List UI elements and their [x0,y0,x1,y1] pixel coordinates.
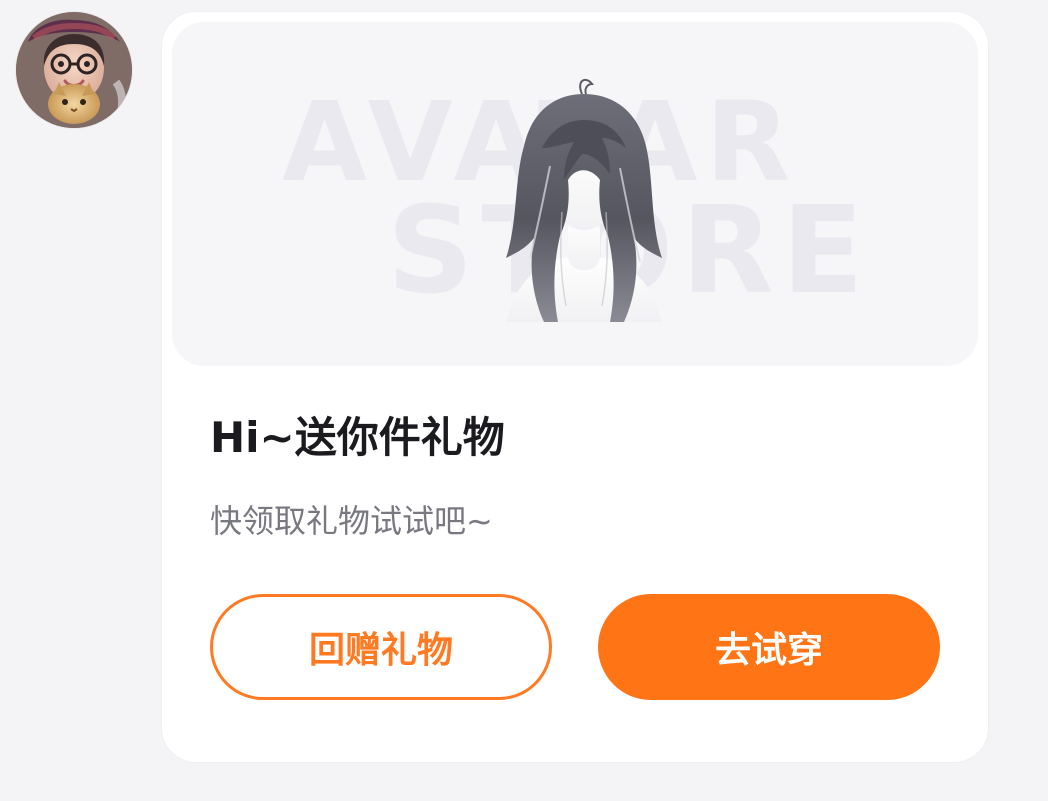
return-gift-button[interactable]: 回赠礼物 [210,594,552,700]
product-banner: AVATAR STORE [172,22,978,366]
gift-subtitle: 快领取礼物试试吧~ [210,502,493,540]
try-on-button[interactable]: 去试穿 [598,594,940,700]
product-image [464,76,704,322]
gift-card: AVATAR STORE [162,12,988,762]
gift-title: Hi~送你件礼物 [210,413,505,462]
user-avatar[interactable] [16,12,132,128]
user-avatar-icon [16,12,132,128]
hair-item-icon [506,78,662,322]
